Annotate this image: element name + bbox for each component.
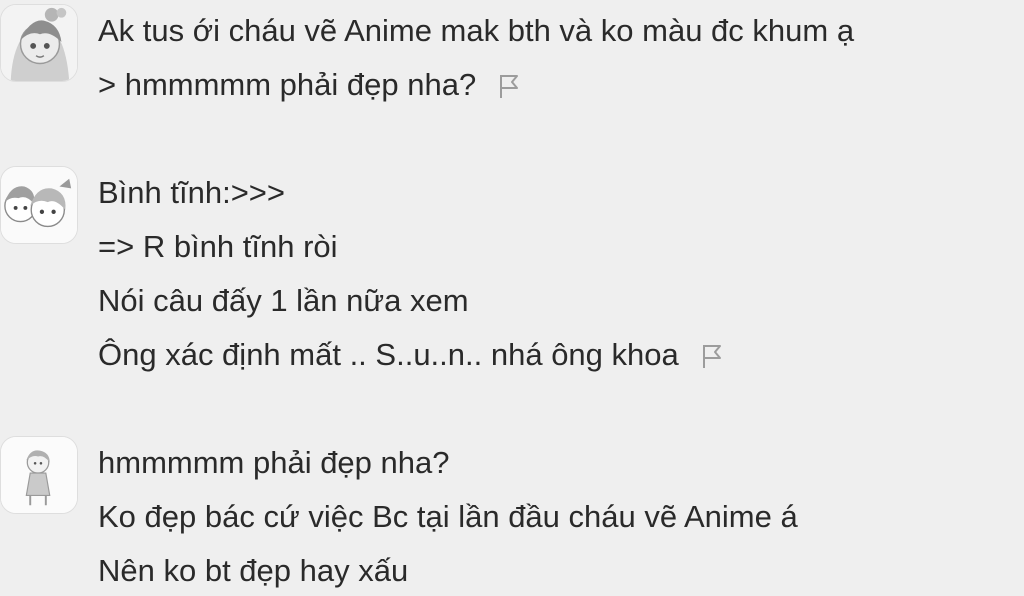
report-flag-icon[interactable] (701, 343, 723, 369)
comment-line: Bình tĩnh:>>> (98, 175, 286, 210)
comment-line: hmmmmm phải đẹp nha? (98, 445, 450, 480)
report-flag-icon[interactable] (498, 73, 520, 99)
comment-body: Ak tus ới cháu vẽ Anime mak bth và ko mà… (98, 4, 854, 112)
comment-line: Nên ko bt đẹp hay xấu (98, 553, 409, 588)
chibi-figure-avatar-icon (1, 437, 77, 513)
anime-girl-avatar-icon (1, 5, 77, 81)
avatar[interactable] (0, 436, 78, 514)
avatar[interactable] (0, 4, 78, 82)
comment-line: > hmmmmm phải đẹp nha? (98, 58, 854, 112)
comment-body: Bình tĩnh:>>> => R bình tĩnh ròi Nói câu… (98, 166, 723, 382)
comment-line-text: Ông xác định mất .. S..u..n.. nhá ông kh… (98, 337, 679, 372)
comment-line: Ko đẹp bác cứ việc Bc tại lần đầu cháu v… (98, 499, 798, 534)
comment-line: => R bình tĩnh ròi (98, 229, 338, 264)
comment-line: Nói câu đấy 1 lần nữa xem (98, 283, 469, 318)
anime-couple-avatar-icon (1, 167, 77, 243)
comment-line-text: > hmmmmm phải đẹp nha? (98, 67, 477, 102)
comment-body: hmmmmm phải đẹp nha? Ko đẹp bác cứ việc … (98, 436, 798, 596)
avatar[interactable] (0, 166, 78, 244)
comment-line: Ak tus ới cháu vẽ Anime mak bth và ko mà… (98, 13, 855, 48)
comment-line: Ông xác định mất .. S..u..n.. nhá ông kh… (98, 328, 723, 382)
